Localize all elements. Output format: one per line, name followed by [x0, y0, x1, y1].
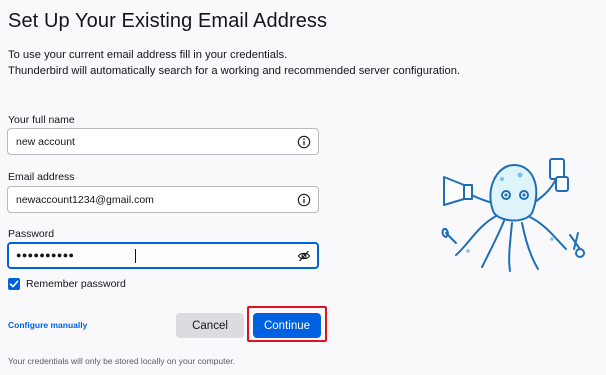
email-field[interactable]: newaccount1234@gmail.com: [7, 186, 319, 213]
intro-text: To use your current email address fill i…: [8, 47, 460, 79]
remember-password-label[interactable]: Remember password: [26, 278, 126, 290]
full-name-field[interactable]: new account: [7, 128, 319, 155]
remember-password-checkbox[interactable]: [8, 278, 20, 290]
full-name-label: Your full name: [8, 114, 75, 126]
eye-slash-icon[interactable]: [297, 249, 311, 263]
info-icon[interactable]: [297, 193, 311, 207]
email-label: Email address: [8, 171, 75, 183]
page-title: Set Up Your Existing Email Address: [8, 10, 328, 32]
text-caret: [135, 249, 136, 263]
intro-line-2: Thunderbird will automatically search fo…: [8, 65, 461, 77]
octopus-mascot-illustration: [441, 158, 585, 272]
highlight-box: [247, 306, 327, 342]
password-field[interactable]: ●●●●●●●●●●: [7, 242, 319, 269]
password-masked-value: ●●●●●●●●●●: [16, 250, 75, 260]
intro-line-1: To use your current email address fill i…: [8, 49, 288, 61]
info-icon[interactable]: [297, 135, 311, 149]
email-value: newaccount1234@gmail.com: [16, 194, 154, 206]
cancel-button[interactable]: Cancel: [176, 313, 244, 338]
footer-note: Your credentials will only be stored loc…: [8, 356, 235, 366]
configure-manually-link[interactable]: Configure manually: [8, 320, 87, 330]
password-label: Password: [8, 228, 55, 240]
checkmark-icon: [9, 280, 19, 288]
full-name-value: new account: [16, 136, 75, 148]
